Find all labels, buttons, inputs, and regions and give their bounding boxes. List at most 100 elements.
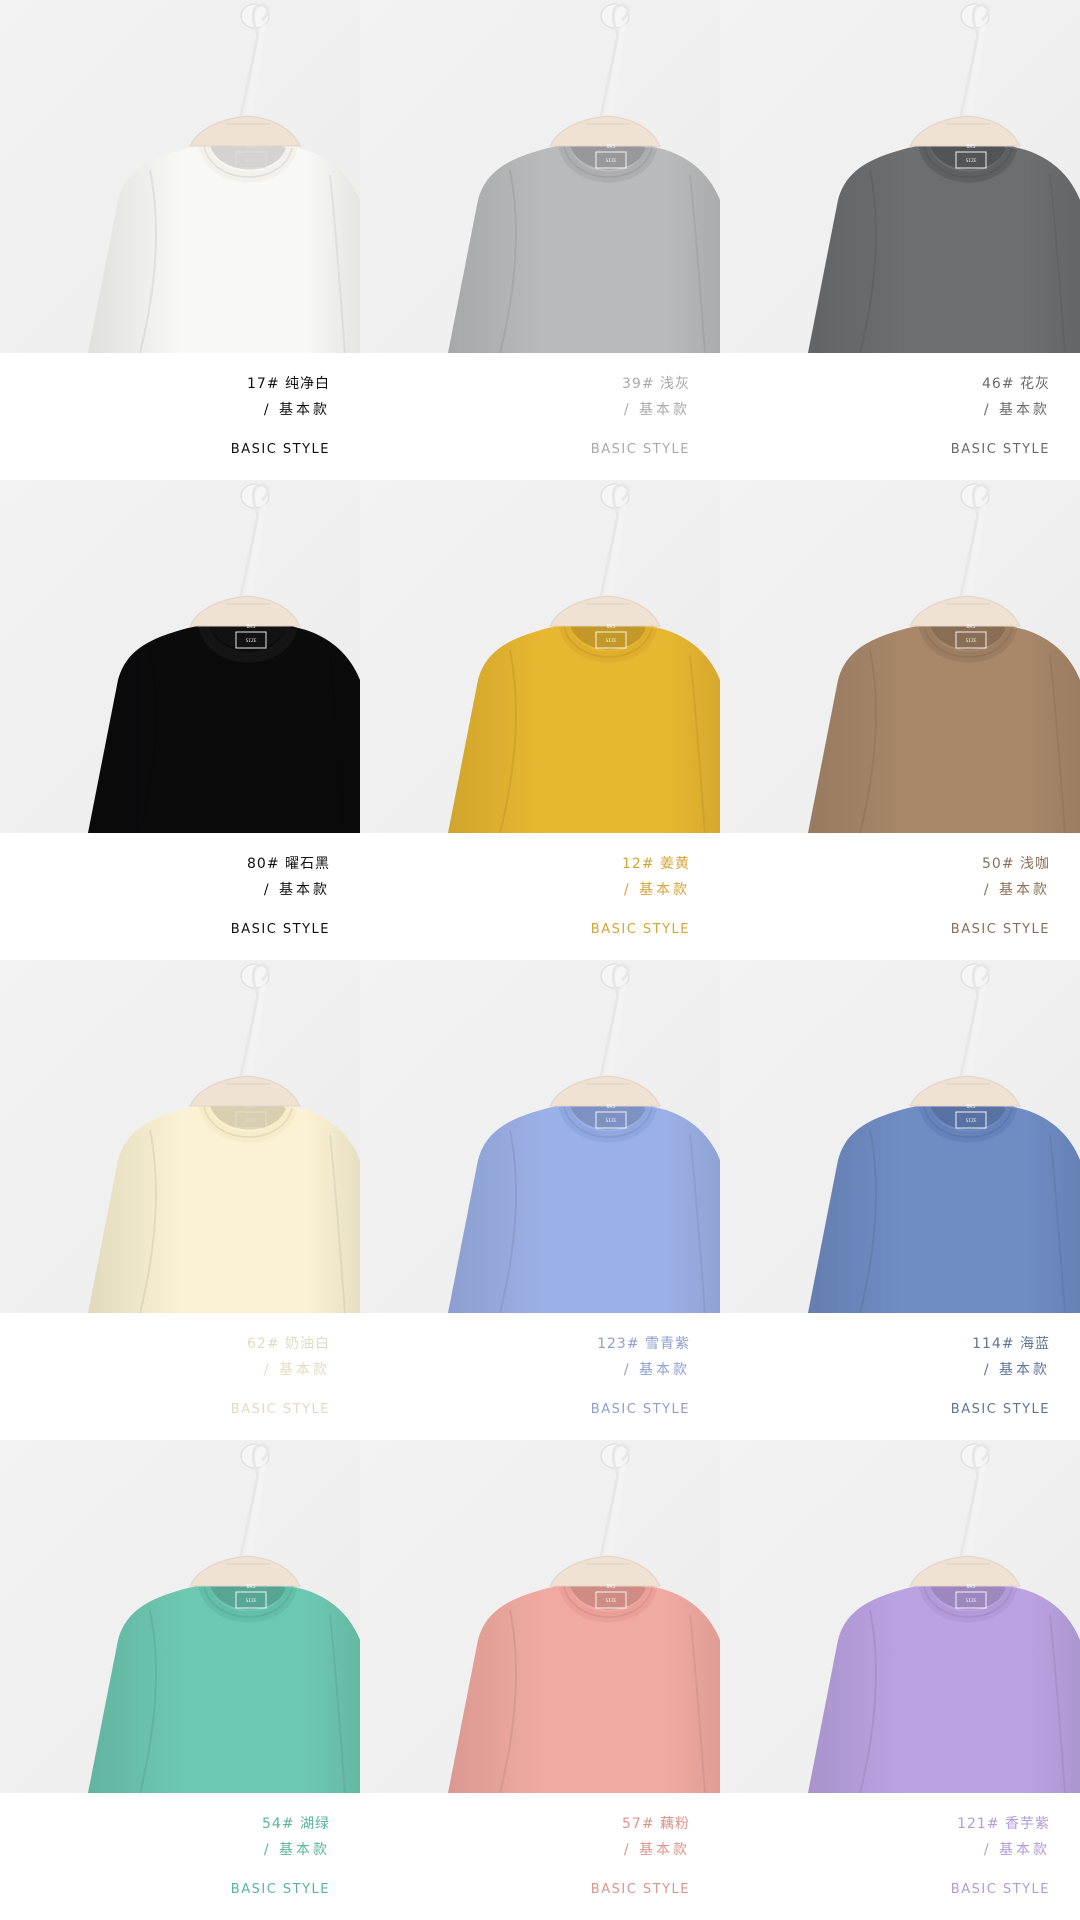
product-style-label: BASIC STYLE [590,1402,690,1417]
product-photo[interactable]: BKS SIZE [0,0,360,353]
neck-label-brand: BKS [966,624,975,630]
product-card[interactable]: BKS SIZE 114# 海蓝 / 基本款 BASIC STYLE [720,960,1080,1440]
product-subtitle: / 基本款 [623,402,690,418]
product-color-name: 17# 纯净白 [247,376,330,392]
product-photo[interactable]: BKS SIZE [0,960,360,1313]
shirt-on-hanger-image: BKS SIZE [720,0,1080,353]
shirt-on-hanger-image: BKS SIZE [360,0,720,353]
product-info: 123# 雪青紫 / 基本款 BASIC STYLE [360,1313,720,1440]
neck-label-size: SIZE [966,158,977,164]
neck-label-size: SIZE [246,638,257,644]
product-color-name: 39# 浅灰 [622,376,690,392]
neck-label-size: SIZE [606,638,617,644]
product-color-name: 62# 奶油白 [247,1336,330,1352]
neck-label-size: SIZE [246,1118,257,1124]
neck-label-brand: BKS [966,144,975,150]
product-style-label: BASIC STYLE [590,442,690,457]
product-subtitle: / 基本款 [263,1362,330,1378]
product-color-name: 114# 海蓝 [972,1336,1050,1352]
product-color-name: 12# 姜黄 [622,856,690,872]
product-subtitle: / 基本款 [263,882,330,898]
shirt-on-hanger-image: BKS SIZE [720,1440,1080,1793]
shirt-on-hanger-image: BKS SIZE [0,1440,360,1793]
product-info: 17# 纯净白 / 基本款 BASIC STYLE [0,353,360,480]
product-color-name: 80# 曜石黑 [247,856,330,872]
product-color-name: 46# 花灰 [982,376,1050,392]
product-grid: BKS SIZE 17# 纯净白 / 基本款 BASIC STYLE BKS S… [0,0,1080,1920]
neck-label-brand: BKS [246,1104,255,1110]
neck-label-brand: BKS [246,1584,255,1590]
shirt-on-hanger-image: BKS SIZE [360,1440,720,1793]
neck-label-size: SIZE [246,1598,257,1604]
product-photo[interactable]: BKS SIZE [720,0,1080,353]
product-photo[interactable]: BKS SIZE [0,1440,360,1793]
product-info: 46# 花灰 / 基本款 BASIC STYLE [720,353,1080,480]
product-style-label: BASIC STYLE [950,442,1050,457]
neck-label-size: SIZE [606,158,617,164]
product-subtitle: / 基本款 [983,1842,1050,1858]
product-card[interactable]: BKS SIZE 46# 花灰 / 基本款 BASIC STYLE [720,0,1080,480]
neck-label-brand: BKS [606,624,615,630]
product-color-name: 121# 香芋紫 [957,1816,1050,1832]
product-info: 62# 奶油白 / 基本款 BASIC STYLE [0,1313,360,1440]
product-info: 12# 姜黄 / 基本款 BASIC STYLE [360,833,720,960]
product-photo[interactable]: BKS SIZE [720,480,1080,833]
shirt-on-hanger-image: BKS SIZE [720,480,1080,833]
product-color-name: 57# 藕粉 [622,1816,690,1832]
shirt-on-hanger-image: BKS SIZE [720,960,1080,1313]
neck-label-size: SIZE [966,1598,977,1604]
product-subtitle: / 基本款 [263,402,330,418]
product-color-name: 54# 湖绿 [262,1816,330,1832]
product-card[interactable]: BKS SIZE 50# 浅咖 / 基本款 BASIC STYLE [720,480,1080,960]
product-style-label: BASIC STYLE [950,1402,1050,1417]
product-style-label: BASIC STYLE [950,1882,1050,1897]
product-subtitle: / 基本款 [623,882,690,898]
product-photo[interactable]: BKS SIZE [720,1440,1080,1793]
neck-label-brand: BKS [606,1104,615,1110]
product-info: 50# 浅咖 / 基本款 BASIC STYLE [720,833,1080,960]
product-card[interactable]: BKS SIZE 121# 香芋紫 / 基本款 BASIC STYLE [720,1440,1080,1920]
product-info: 57# 藕粉 / 基本款 BASIC STYLE [360,1793,720,1920]
shirt-on-hanger-image: BKS SIZE [0,960,360,1313]
product-card[interactable]: BKS SIZE 12# 姜黄 / 基本款 BASIC STYLE [360,480,720,960]
product-style-label: BASIC STYLE [230,1402,330,1417]
neck-label-brand: BKS [606,144,615,150]
product-card[interactable]: BKS SIZE 57# 藕粉 / 基本款 BASIC STYLE [360,1440,720,1920]
product-subtitle: / 基本款 [983,1362,1050,1378]
product-subtitle: / 基本款 [983,882,1050,898]
product-subtitle: / 基本款 [983,402,1050,418]
product-card[interactable]: BKS SIZE 39# 浅灰 / 基本款 BASIC STYLE [360,0,720,480]
product-card[interactable]: BKS SIZE 17# 纯净白 / 基本款 BASIC STYLE [0,0,360,480]
shirt-on-hanger-image: BKS SIZE [360,480,720,833]
product-photo[interactable]: BKS SIZE [0,480,360,833]
product-card[interactable]: BKS SIZE 123# 雪青紫 / 基本款 BASIC STYLE [360,960,720,1440]
product-card[interactable]: BKS SIZE 54# 湖绿 / 基本款 BASIC STYLE [0,1440,360,1920]
neck-label-brand: BKS [966,1584,975,1590]
neck-label-size: SIZE [606,1598,617,1604]
product-photo[interactable]: BKS SIZE [360,0,720,353]
product-info: 39# 浅灰 / 基本款 BASIC STYLE [360,353,720,480]
product-card[interactable]: BKS SIZE 62# 奶油白 / 基本款 BASIC STYLE [0,960,360,1440]
neck-label-brand: BKS [966,1104,975,1110]
shirt-on-hanger-image: BKS SIZE [0,480,360,833]
neck-label-size: SIZE [606,1118,617,1124]
neck-label-brand: BKS [246,144,255,150]
product-color-name: 123# 雪青紫 [597,1336,690,1352]
neck-label-size: SIZE [966,638,977,644]
neck-label-brand: BKS [246,624,255,630]
neck-label-brand: BKS [606,1584,615,1590]
product-photo[interactable]: BKS SIZE [720,960,1080,1313]
product-subtitle: / 基本款 [263,1842,330,1858]
shirt-on-hanger-image: BKS SIZE [360,960,720,1313]
shirt-on-hanger-image: BKS SIZE [0,0,360,353]
neck-label-size: SIZE [246,158,257,164]
product-card[interactable]: BKS SIZE 80# 曜石黑 / 基本款 BASIC STYLE [0,480,360,960]
product-info: 54# 湖绿 / 基本款 BASIC STYLE [0,1793,360,1920]
product-style-label: BASIC STYLE [950,922,1050,937]
product-color-name: 50# 浅咖 [982,856,1050,872]
product-photo[interactable]: BKS SIZE [360,1440,720,1793]
product-style-label: BASIC STYLE [590,1882,690,1897]
product-photo[interactable]: BKS SIZE [360,480,720,833]
product-style-label: BASIC STYLE [590,922,690,937]
product-photo[interactable]: BKS SIZE [360,960,720,1313]
